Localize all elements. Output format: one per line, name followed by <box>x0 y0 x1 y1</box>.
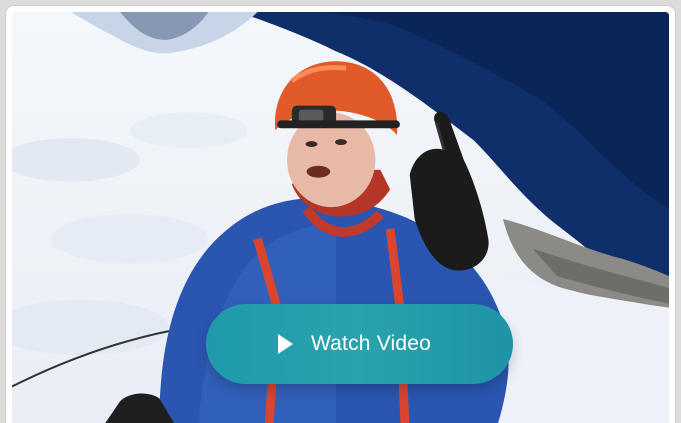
watch-video-button[interactable]: Watch Video <box>206 304 513 384</box>
video-thumbnail[interactable]: Watch Video <box>12 12 669 423</box>
video-card: Watch Video <box>6 6 675 423</box>
play-icon <box>277 334 293 354</box>
watch-video-label: Watch Video <box>310 332 432 355</box>
